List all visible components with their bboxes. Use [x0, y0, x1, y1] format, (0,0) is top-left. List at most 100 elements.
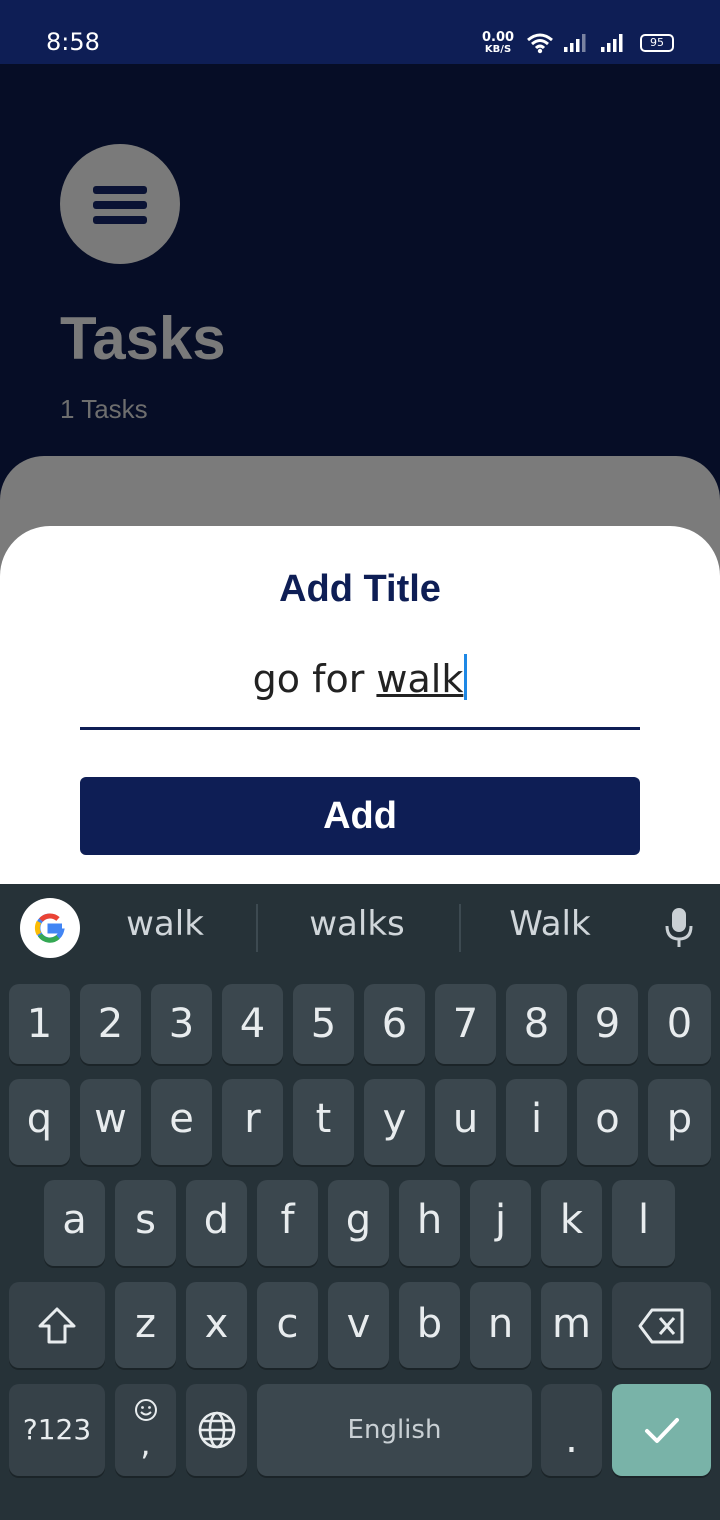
key-b[interactable]: b — [399, 1282, 460, 1368]
key-j[interactable]: j — [470, 1180, 531, 1266]
key-label: s — [135, 1197, 156, 1243]
key-p[interactable]: p — [648, 1079, 711, 1165]
key-label: j — [494, 1197, 507, 1243]
period-key[interactable]: . — [541, 1384, 602, 1476]
shift-key[interactable] — [9, 1282, 105, 1368]
key-k[interactable]: k — [541, 1180, 602, 1266]
space-key[interactable]: English — [257, 1384, 532, 1476]
input-text: go for — [252, 657, 377, 701]
key-label: 9 — [594, 1001, 621, 1047]
key-x[interactable]: x — [186, 1282, 247, 1368]
key-label: , — [140, 1425, 151, 1463]
battery-icon: 95 — [640, 34, 674, 52]
key-label: 7 — [452, 1001, 479, 1047]
key-u[interactable]: u — [435, 1079, 496, 1165]
symbols-key[interactable]: ?123 — [9, 1384, 105, 1476]
key-label: m — [552, 1301, 591, 1347]
soft-keyboard: walk walks Walk 1 2 3 4 5 6 7 8 9 0 q w … — [0, 884, 720, 1520]
key-s[interactable]: s — [115, 1180, 176, 1266]
key-8[interactable]: 8 — [506, 984, 567, 1064]
key-i[interactable]: i — [506, 1079, 567, 1165]
suggestion-bar: walk walks Walk — [0, 884, 720, 976]
key-label: 8 — [523, 1001, 550, 1047]
key-label: ?123 — [22, 1413, 92, 1446]
key-3[interactable]: 3 — [151, 984, 212, 1064]
key-a[interactable]: a — [44, 1180, 105, 1266]
key-w[interactable]: w — [80, 1079, 141, 1165]
key-5[interactable]: 5 — [293, 984, 354, 1064]
add-button[interactable]: Add — [80, 777, 640, 855]
key-0[interactable]: 0 — [648, 984, 711, 1064]
key-label: u — [452, 1096, 479, 1142]
signal-icon — [564, 34, 586, 52]
comma-emoji-key[interactable]: , — [115, 1384, 176, 1476]
backspace-key[interactable] — [612, 1282, 711, 1368]
key-9[interactable]: 9 — [577, 984, 638, 1064]
key-label: b — [416, 1301, 443, 1347]
enter-key[interactable] — [612, 1384, 711, 1476]
key-label: 3 — [168, 1001, 195, 1047]
key-m[interactable]: m — [541, 1282, 602, 1368]
key-q[interactable]: q — [9, 1079, 70, 1165]
key-label: e — [169, 1096, 194, 1142]
key-4[interactable]: 4 — [222, 984, 283, 1064]
suggestion-divider — [256, 904, 258, 952]
key-label: o — [595, 1096, 620, 1142]
backspace-icon — [638, 1308, 683, 1344]
sheet-title: Add Title — [279, 568, 441, 610]
suggestion-1[interactable]: walk — [70, 904, 260, 944]
wifi-icon — [527, 33, 553, 54]
key-6[interactable]: 6 — [364, 984, 425, 1064]
key-d[interactable]: d — [186, 1180, 247, 1266]
key-h[interactable]: h — [399, 1180, 460, 1266]
suggestion-3[interactable]: Walk — [455, 904, 645, 944]
key-v[interactable]: v — [328, 1282, 389, 1368]
key-label: 4 — [239, 1001, 266, 1047]
key-label: h — [416, 1197, 443, 1243]
key-l[interactable]: l — [612, 1180, 675, 1266]
suggestion-2[interactable]: walks — [262, 904, 452, 944]
globe-icon — [198, 1411, 235, 1449]
key-1[interactable]: 1 — [9, 984, 70, 1064]
title-input[interactable]: go for walk — [80, 654, 640, 730]
status-bar: 8:58 0.00 KB/S 95 — [0, 0, 720, 64]
key-t[interactable]: t — [293, 1079, 354, 1165]
key-label: k — [559, 1197, 584, 1243]
menu-button[interactable] — [60, 144, 180, 264]
key-n[interactable]: n — [470, 1282, 531, 1368]
network-speed-value: 0.00 — [482, 30, 515, 45]
key-label: z — [135, 1301, 156, 1347]
key-y[interactable]: y — [364, 1079, 425, 1165]
key-label: 0 — [666, 1001, 693, 1047]
key-g[interactable]: g — [328, 1180, 389, 1266]
key-label: 5 — [310, 1001, 337, 1047]
key-label: v — [346, 1301, 371, 1347]
key-e[interactable]: e — [151, 1079, 212, 1165]
signal-icon-sim2 — [601, 34, 623, 52]
key-o[interactable]: o — [577, 1079, 638, 1165]
language-key[interactable] — [186, 1384, 247, 1476]
key-7[interactable]: 7 — [435, 984, 496, 1064]
key-f[interactable]: f — [257, 1180, 318, 1266]
microphone-icon[interactable] — [662, 906, 696, 950]
key-label: f — [280, 1197, 295, 1243]
key-label: n — [487, 1301, 514, 1347]
key-label: a — [62, 1197, 87, 1243]
key-2[interactable]: 2 — [80, 984, 141, 1064]
key-label: 2 — [97, 1001, 124, 1047]
key-c[interactable]: c — [257, 1282, 318, 1368]
key-r[interactable]: r — [222, 1079, 283, 1165]
text-cursor — [464, 654, 468, 700]
key-label: w — [94, 1096, 127, 1142]
checkmark-icon — [644, 1418, 679, 1443]
input-composing-text: walk — [376, 657, 464, 701]
emoji-icon — [134, 1399, 157, 1421]
key-label: 6 — [381, 1001, 408, 1047]
key-label: g — [345, 1197, 372, 1243]
key-label: English — [347, 1415, 442, 1445]
menu-icon — [93, 186, 147, 194]
key-label: c — [276, 1301, 299, 1347]
key-label: q — [26, 1096, 53, 1142]
network-speed: 0.00 KB/S — [482, 30, 515, 56]
key-z[interactable]: z — [115, 1282, 176, 1368]
